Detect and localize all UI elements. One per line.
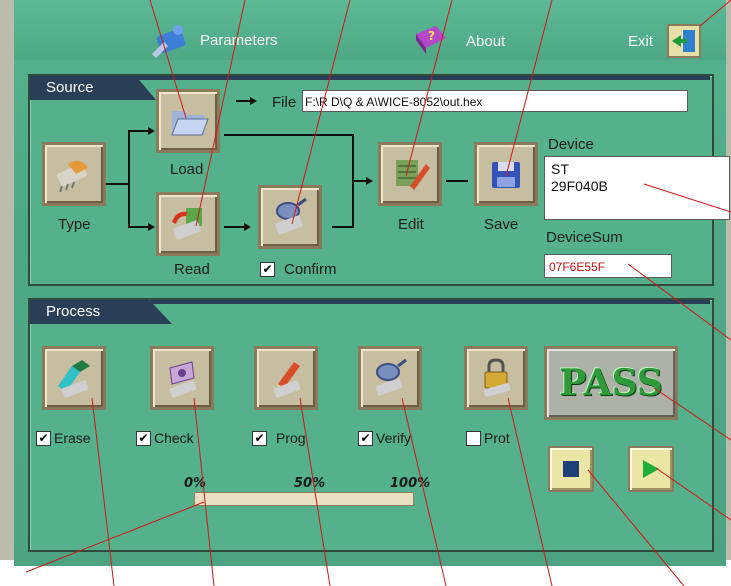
callout-leader-lines — [25, 0, 731, 586]
